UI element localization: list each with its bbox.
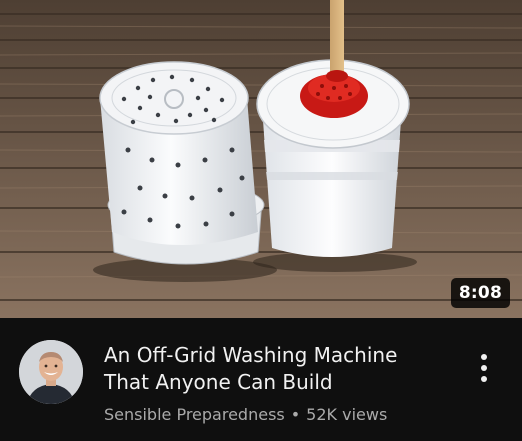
more-vertical-icon <box>481 354 487 382</box>
video-title[interactable]: An Off-Grid Washing Machine That Anyone … <box>104 342 444 396</box>
video-byline: Sensible Preparedness • 52K views <box>104 405 444 424</box>
video-card[interactable]: 8:08 An Off-Grid Washing Machine That An… <box>0 0 522 441</box>
video-thumbnail[interactable]: 8:08 <box>0 0 522 318</box>
video-text: An Off-Grid Washing Machine That Anyone … <box>104 342 444 424</box>
channel-avatar[interactable] <box>19 340 83 404</box>
more-options-button[interactable] <box>470 348 498 388</box>
video-duration-badge: 8:08 <box>450 278 510 308</box>
thumbnail-image <box>0 0 522 318</box>
byline-separator: • <box>290 405 301 424</box>
video-meta: An Off-Grid Washing Machine That Anyone … <box>0 318 522 441</box>
channel-name[interactable]: Sensible Preparedness <box>104 405 285 424</box>
channel-avatar-image <box>19 340 83 404</box>
view-count: 52K views <box>306 405 388 424</box>
